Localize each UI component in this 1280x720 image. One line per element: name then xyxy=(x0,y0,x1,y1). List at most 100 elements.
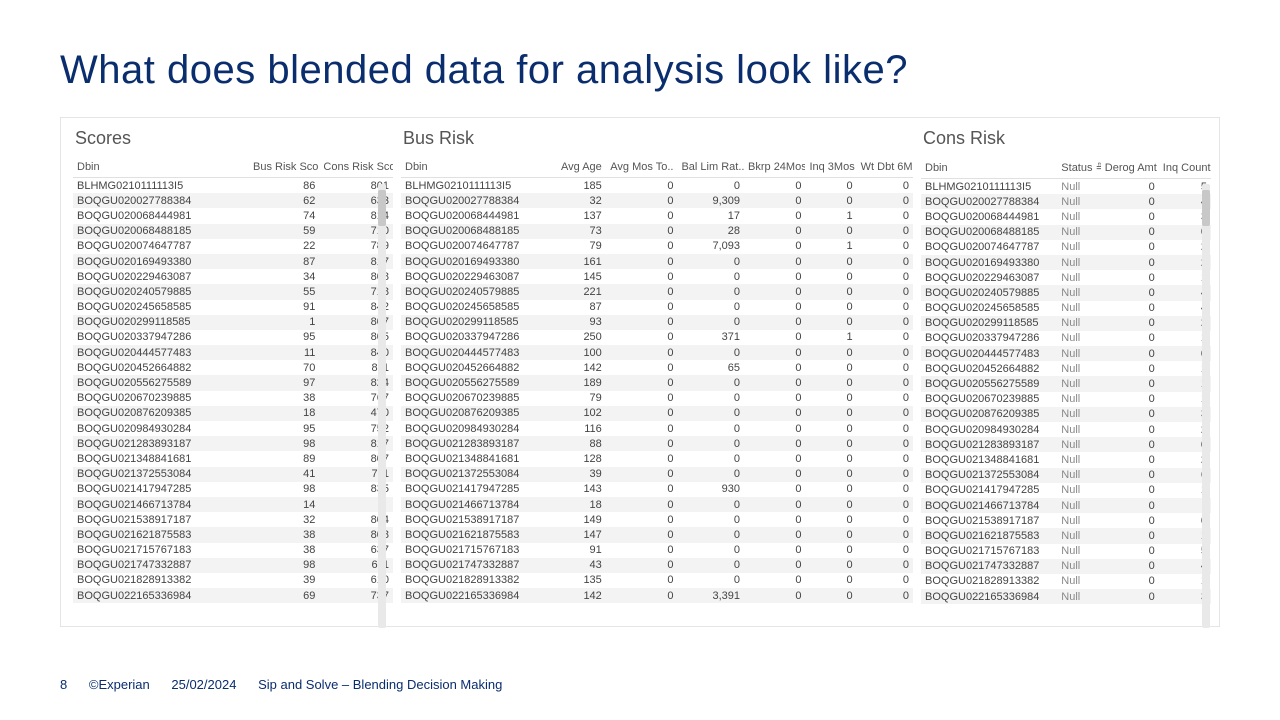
table-row[interactable]: BOQGU02134884168189807 xyxy=(73,451,393,466)
table-row[interactable]: BOQGU02087620938518470 xyxy=(73,406,393,421)
table-row[interactable]: BOQGU02044457748310000000 xyxy=(401,345,913,360)
col-header[interactable]: Inq Count xyxy=(1159,159,1211,179)
table-row[interactable]: BOQGU0206702398857900000 xyxy=(401,391,913,406)
table-row[interactable]: BOQGU020984930284Null02 xyxy=(921,422,1211,437)
table-row[interactable]: BOQGU02171576718338637 xyxy=(73,543,393,558)
table-row[interactable]: BOQGU02141794728598835 xyxy=(73,482,393,497)
col-header[interactable]: Dbin xyxy=(73,159,249,178)
table-row[interactable]: BLHMG0210111113I586801 xyxy=(73,178,393,194)
table-row[interactable]: BOQGU0214667137841800000 xyxy=(401,497,913,512)
table-row[interactable]: BOQGU020337947286Null01 xyxy=(921,331,1211,346)
table-row[interactable]: BOQGU0202456585858700000 xyxy=(401,300,913,315)
table-row[interactable]: BOQGU020027788384Null04 xyxy=(921,194,1211,209)
table-row[interactable]: BOQGU02134884168112800000 xyxy=(401,451,913,466)
col-header[interactable]: Derog Amt xyxy=(1101,159,1159,179)
table-row[interactable]: BOQGU020452664882142065000 xyxy=(401,360,913,375)
col-header[interactable]: Status ≞ xyxy=(1057,159,1101,179)
table-row[interactable]: BOQGU02045266488270811 xyxy=(73,360,393,375)
table-row[interactable]: BOQGU02016949338087817 xyxy=(73,254,393,269)
table-row[interactable]: BOQGU021715767183Null05 xyxy=(921,544,1211,559)
table-row[interactable]: BOQGU02055627558997824 xyxy=(73,375,393,390)
table-row[interactable]: BOQGU021747332887Null04 xyxy=(921,559,1211,574)
table-row[interactable]: BOQGU020068444981Null03 xyxy=(921,209,1211,224)
table-row[interactable]: BOQGU02033794728695805 xyxy=(73,330,393,345)
table-row[interactable]: BOQGU02162187558314700000 xyxy=(401,527,913,542)
table-row[interactable]: BOQGU02055627558918900000 xyxy=(401,375,913,390)
table-row[interactable]: BOQGU02162187558338808 xyxy=(73,527,393,542)
col-header[interactable]: Avg Age xyxy=(544,159,605,178)
table-row[interactable]: BOQGU020556275589Null01 xyxy=(921,376,1211,391)
col-header[interactable]: Bkrp 24Mos xyxy=(744,159,805,178)
table-row[interactable]: BOQGU0217473328874300000 xyxy=(401,558,913,573)
table-row[interactable]: BOQGU0203379472862500371010 xyxy=(401,330,913,345)
col-header[interactable]: Avg Mos To.. xyxy=(606,159,678,178)
table-row[interactable]: BOQGU021466713784Null0 xyxy=(921,498,1211,513)
table-row[interactable]: BOQGU0202991185859300000 xyxy=(401,315,913,330)
col-header[interactable]: Wt Dbt 6M.. xyxy=(857,159,913,178)
table-row[interactable]: BOQGU020245658585Null04 xyxy=(921,301,1211,316)
table-row[interactable]: BOQGU0213725530843900000 xyxy=(401,467,913,482)
scrollbar[interactable] xyxy=(1202,184,1210,627)
table-row[interactable]: BOQGU02128389318798817 xyxy=(73,436,393,451)
table-row[interactable]: BOQGU020169493380Null02 xyxy=(921,255,1211,270)
table-row[interactable]: BOQGU020670239885Null01 xyxy=(921,392,1211,407)
table-row[interactable]: BOQGU0212838931878800000 xyxy=(401,436,913,451)
table-row[interactable]: BOQGU02024565858591842 xyxy=(73,300,393,315)
table-row[interactable]: BOQGU02182891338213500000 xyxy=(401,573,913,588)
table-row[interactable]: BOQGU02006844498174814 xyxy=(73,208,393,223)
table-row[interactable]: BOQGU02153891718732804 xyxy=(73,512,393,527)
table-row[interactable]: BOQGU02174733288798611 xyxy=(73,558,393,573)
table-row[interactable]: BOQGU020068488185Null00 xyxy=(921,225,1211,240)
table-row[interactable]: BOQGU02098493028495752 xyxy=(73,421,393,436)
col-header[interactable]: Cons Risk Score xyxy=(319,159,393,178)
table-row[interactable]: BOQGU021538917187Null00 xyxy=(921,513,1211,528)
col-header[interactable]: Bal Lim Rat.. xyxy=(677,159,744,178)
table-row[interactable]: BOQGU02024057988522100000 xyxy=(401,284,913,299)
table-row[interactable]: BOQGU02006848818573028000 xyxy=(401,224,913,239)
table-row[interactable]: BOQGU020068444981137017010 xyxy=(401,208,913,223)
table-row[interactable]: BOQGU0200746477877907,093010 xyxy=(401,239,913,254)
table-row[interactable]: BOQGU02067023988538767 xyxy=(73,391,393,406)
scrollbar[interactable] xyxy=(378,184,386,627)
table-row[interactable]: BOQGU02098493028411600000 xyxy=(401,421,913,436)
col-header[interactable]: Bus Risk Score xyxy=(249,159,319,178)
table-row[interactable]: BOQGU02182891338239610 xyxy=(73,573,393,588)
table-row[interactable]: BOQGU02137255308441711 xyxy=(73,467,393,482)
table-row[interactable]: BOQGU020240579885Null04 xyxy=(921,285,1211,300)
col-header[interactable]: Dbin xyxy=(921,159,1057,179)
table-row[interactable]: BOQGU02216533698469737 xyxy=(73,588,393,603)
table-row[interactable]: BOQGU0214179472851430930000 xyxy=(401,482,913,497)
table-row[interactable]: BOQGU020074647787Null02 xyxy=(921,240,1211,255)
table-row[interactable]: BOQGU021621875583Null01 xyxy=(921,528,1211,543)
table-row[interactable]: BOQGU021417947285Null01 xyxy=(921,483,1211,498)
table-row[interactable]: BOQGU02216533698414203,391000 xyxy=(401,588,913,603)
table-row[interactable]: BOQGU022165336984Null03 xyxy=(921,589,1211,604)
table-row[interactable]: BOQGU020229463087Null01 xyxy=(921,270,1211,285)
scrollbar-thumb[interactable] xyxy=(378,190,386,226)
scrollbar-thumb[interactable] xyxy=(1202,190,1210,226)
table-row[interactable]: BOQGU02087620938510200000 xyxy=(401,406,913,421)
table-row[interactable]: BOQGU0217157671839100000 xyxy=(401,543,913,558)
table-row[interactable]: BOQGU021348841681Null02 xyxy=(921,452,1211,467)
table-row[interactable]: BOQGU020299118585Null02 xyxy=(921,316,1211,331)
table-row[interactable]: BOQGU020452664882Null01 xyxy=(921,361,1211,376)
table-row[interactable]: BOQGU020444577483Null00 xyxy=(921,346,1211,361)
table-row[interactable]: BLHMG0210111113I5Null05 xyxy=(921,179,1211,195)
table-row[interactable]: BOQGU02007464778722789 xyxy=(73,239,393,254)
table-row[interactable]: BOQGU02006848818559710 xyxy=(73,224,393,239)
table-row[interactable]: BOQGU02146671378414 xyxy=(73,497,393,512)
col-header[interactable]: Inq 3Mos xyxy=(805,159,856,178)
table-row[interactable]: BOQGU02016949338016100000 xyxy=(401,254,913,269)
table-row[interactable]: BOQGU02024057988555718 xyxy=(73,284,393,299)
table-row[interactable]: BOQGU0202991185851807 xyxy=(73,315,393,330)
table-row[interactable]: BOQGU02044457748311840 xyxy=(73,345,393,360)
table-row[interactable]: BOQGU021372553084Null06 xyxy=(921,468,1211,483)
table-row[interactable]: BOQGU020876209385Null03 xyxy=(921,407,1211,422)
table-row[interactable]: BOQGU02022946308714500000 xyxy=(401,269,913,284)
table-row[interactable]: BOQGU021283893187Null00 xyxy=(921,437,1211,452)
table-row[interactable]: BOQGU02002778838462633 xyxy=(73,193,393,208)
table-row[interactable]: BLHMG0210111113I518500000 xyxy=(401,178,913,194)
table-row[interactable]: BOQGU02153891718714900000 xyxy=(401,512,913,527)
col-header[interactable]: Dbin xyxy=(401,159,544,178)
table-row[interactable]: BOQGU021828913382Null01 xyxy=(921,574,1211,589)
